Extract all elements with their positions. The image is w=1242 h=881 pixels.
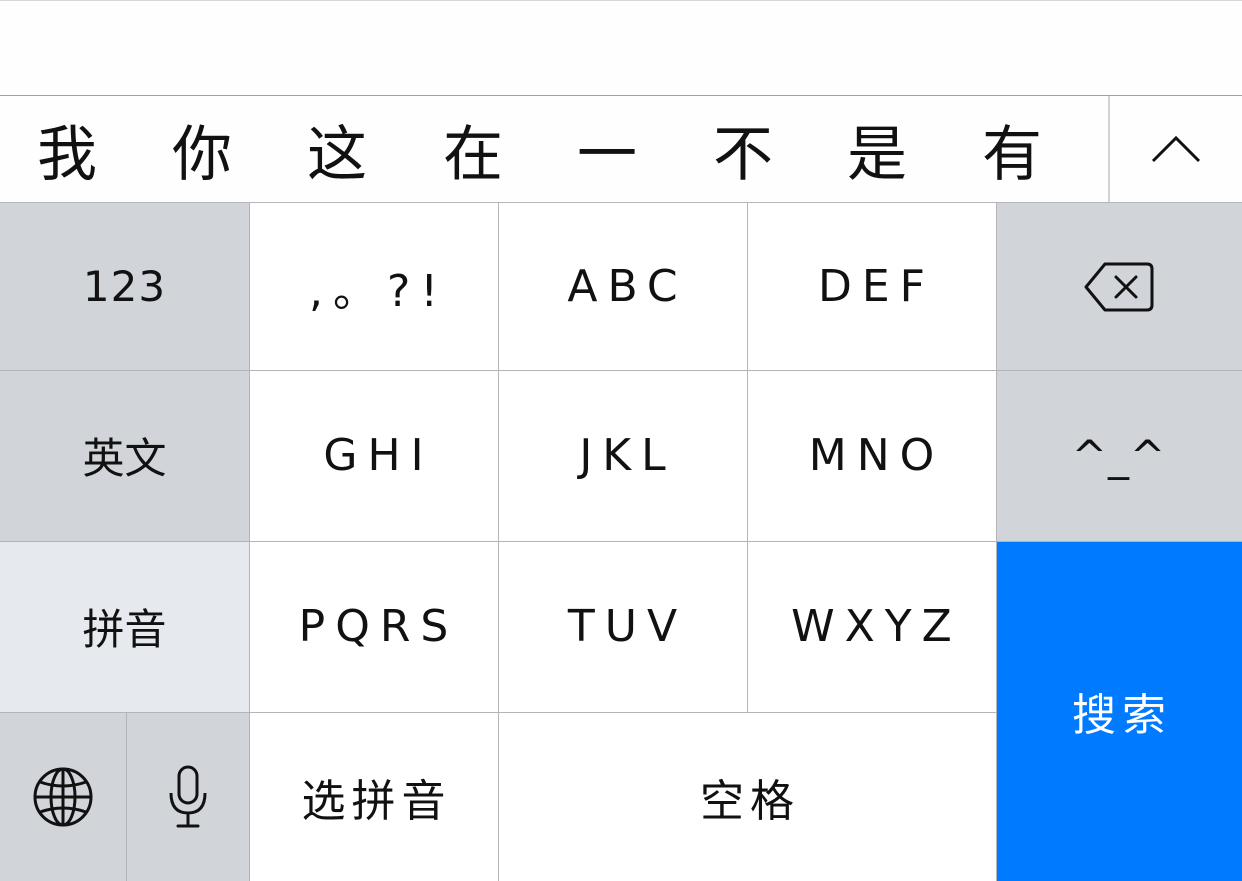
select-pinyin-key[interactable]: 选拼音 — [249, 712, 498, 881]
expand-candidates-button[interactable] — [1110, 96, 1242, 202]
emoticon-key[interactable]: ^_^ — [996, 370, 1242, 541]
candidate-7[interactable]: 是 — [822, 96, 932, 202]
microphone-key[interactable] — [126, 712, 249, 881]
emoticon-key-label: ^_^ — [1071, 431, 1167, 480]
pinyin-key[interactable]: 拼音 — [0, 541, 249, 712]
grid-line — [0, 370, 1242, 371]
grid-line — [747, 203, 748, 712]
grid-line — [126, 712, 127, 881]
chevron-up-icon — [1151, 135, 1201, 163]
def-key-label: DEF — [818, 261, 935, 312]
candidate-3[interactable]: 这 — [282, 96, 392, 202]
grid-line — [996, 203, 997, 881]
tuv-key-label: TUV — [567, 601, 688, 652]
backspace-icon — [1084, 262, 1154, 311]
def-key[interactable]: DEF — [747, 203, 996, 370]
globe-key[interactable] — [0, 712, 126, 881]
microphone-icon — [169, 765, 206, 827]
english-key-label: 英文 — [82, 434, 167, 483]
candidate-4[interactable]: 在 — [418, 96, 528, 202]
grid-line — [0, 541, 1242, 542]
jkl-key[interactable]: JKL — [498, 370, 747, 541]
ghi-key-label: GHI — [323, 430, 434, 481]
ghi-key[interactable]: GHI — [249, 370, 498, 541]
space-key-label: 空格 — [700, 775, 800, 827]
punctuation-key-label: ,。?! — [309, 265, 448, 317]
tuv-key[interactable]: TUV — [498, 541, 747, 712]
numbers-key-label: 123 — [82, 262, 167, 311]
abc-key[interactable]: ABC — [498, 203, 747, 370]
candidate-6[interactable]: 不 — [688, 96, 798, 202]
pqrs-key-label: PQRS — [298, 601, 459, 652]
globe-icon — [33, 767, 93, 826]
search-button-label: 搜索 — [1072, 690, 1172, 741]
mno-key-label: MNO — [808, 430, 945, 481]
candidate-bar: 我 你 这 在 一 不 是 有 — [0, 96, 1242, 203]
numbers-key[interactable]: 123 — [0, 203, 249, 370]
candidate-8[interactable]: 有 — [957, 96, 1067, 202]
search-button[interactable]: 搜索 — [996, 541, 1242, 881]
pqrs-key[interactable]: PQRS — [249, 541, 498, 712]
grid-line — [249, 203, 250, 881]
abc-key-label: ABC — [567, 261, 688, 312]
keyboard-screen: 我 你 这 在 一 不 是 有 123 ,。?! ABC DEF 英文 GHI … — [0, 0, 1242, 881]
space-key[interactable]: 空格 — [498, 712, 996, 881]
candidate-2[interactable]: 你 — [147, 96, 257, 202]
punctuation-key[interactable]: ,。?! — [249, 203, 498, 370]
jkl-key-label: JKL — [579, 430, 676, 481]
grid-line — [498, 203, 499, 881]
english-key[interactable]: 英文 — [0, 370, 249, 541]
mno-key[interactable]: MNO — [747, 370, 996, 541]
select-pinyin-key-label: 选拼音 — [301, 775, 452, 827]
grid-line — [0, 712, 996, 713]
wxyz-key-label: WXYZ — [791, 601, 962, 652]
text-input-area[interactable] — [0, 0, 1242, 96]
wxyz-key[interactable]: WXYZ — [747, 541, 996, 712]
pinyin-key-label: 拼音 — [82, 605, 167, 654]
delete-key[interactable] — [996, 203, 1242, 370]
candidate-5[interactable]: 一 — [552, 96, 662, 202]
candidate-1[interactable]: 我 — [12, 96, 122, 202]
